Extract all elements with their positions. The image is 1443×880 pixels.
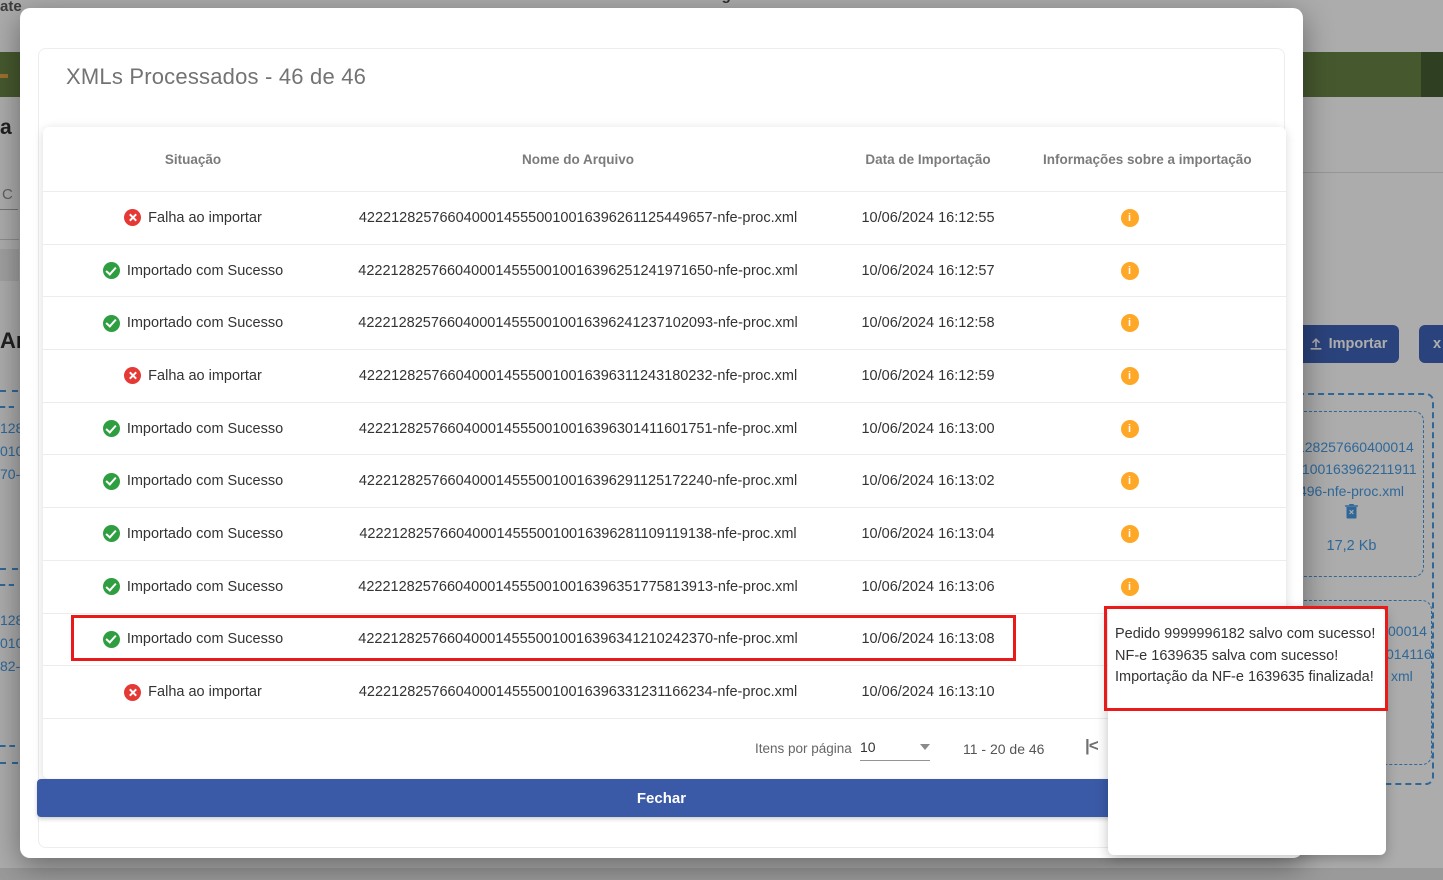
first-page-icon[interactable]: |< — [1085, 736, 1098, 756]
info-cell: i — [1043, 420, 1286, 438]
table-row: Importado com Sucesso 4222128257660400014… — [43, 244, 1286, 297]
status-cell: Importado com Sucesso — [43, 262, 343, 279]
page-size-select[interactable]: 10 — [860, 735, 930, 761]
table-row: Falha ao importar 42221282576604000145550… — [43, 665, 1286, 718]
import-date: 10/06/2024 16:12:55 — [813, 210, 1043, 226]
status-label: Importado com Sucesso — [127, 526, 283, 542]
file-name: 4222128257660400014555001001639625124197… — [343, 263, 813, 279]
highlight-box-tooltip — [1104, 606, 1388, 711]
import-date: 10/06/2024 16:13:02 — [813, 473, 1043, 489]
status-cell: Importado com Sucesso — [43, 578, 343, 595]
info-icon[interactable]: i — [1121, 314, 1139, 332]
table-header-row: Situação Nome do Arquivo Data de Importa… — [43, 127, 1286, 191]
info-icon[interactable]: i — [1121, 209, 1139, 227]
status-label: Falha ao importar — [148, 684, 262, 700]
table-row: Importado com Sucesso 4222128257660400014… — [43, 296, 1286, 349]
status-label: Importado com Sucesso — [127, 421, 283, 437]
status-cell: Importado com Sucesso — [43, 525, 343, 542]
status-cell: Falha ao importar — [43, 209, 343, 226]
info-cell: i — [1043, 314, 1286, 332]
table-row: Importado com Sucesso 4222128257660400014… — [43, 454, 1286, 507]
info-cell: i — [1043, 525, 1286, 543]
status-success-icon — [103, 525, 120, 542]
file-name: 4222128257660400014555001001639624123710… — [343, 315, 813, 331]
import-date: 10/06/2024 16:13:04 — [813, 526, 1043, 542]
file-name: 4222128257660400014555001001639631124318… — [343, 368, 813, 384]
chevron-down-icon — [920, 744, 930, 750]
status-label: Falha ao importar — [148, 368, 262, 384]
status-label: Importado com Sucesso — [127, 473, 283, 489]
page-size-value: 10 — [860, 739, 876, 755]
import-date: 10/06/2024 16:13:00 — [813, 421, 1043, 437]
file-name: 4222128257660400014555001001639628110911… — [343, 526, 813, 542]
import-date: 10/06/2024 16:13:10 — [813, 684, 1043, 700]
column-header-situacao: Situação — [43, 152, 343, 167]
status-success-icon — [103, 578, 120, 595]
status-cell: Importado com Sucesso — [43, 315, 343, 332]
info-icon[interactable]: i — [1121, 578, 1139, 596]
table-row: Importado com Sucesso 4222128257660400014… — [43, 560, 1286, 613]
status-label: Importado com Sucesso — [127, 579, 283, 595]
table-row: Falha ao importar 42221282576604000145550… — [43, 191, 1286, 244]
file-name: 4222128257660400014555001001639630141160… — [343, 421, 813, 437]
info-cell: i — [1043, 367, 1286, 385]
import-date: 10/06/2024 16:12:57 — [813, 263, 1043, 279]
info-icon[interactable]: i — [1121, 420, 1139, 438]
processed-xmls-table: Situação Nome do Arquivo Data de Importa… — [43, 127, 1286, 779]
table-row: Importado com Sucesso 4222128257660400014… — [43, 507, 1286, 560]
fechar-button[interactable]: Fechar — [37, 779, 1286, 817]
file-name: 4222128257660400014555001001639635177581… — [343, 579, 813, 595]
info-icon[interactable]: i — [1121, 262, 1139, 280]
status-error-icon — [124, 367, 141, 384]
import-date: 10/06/2024 16:12:59 — [813, 368, 1043, 384]
import-date: 10/06/2024 16:13:06 — [813, 579, 1043, 595]
info-icon[interactable]: i — [1121, 525, 1139, 543]
info-icon[interactable]: i — [1121, 367, 1139, 385]
status-success-icon — [103, 420, 120, 437]
file-name: 4222128257660400014555001001639633123116… — [343, 684, 813, 700]
table-row: Importado com Sucesso 4222128257660400014… — [43, 402, 1286, 455]
column-header-data-importacao: Data de Importação — [813, 152, 1043, 167]
status-success-icon — [103, 473, 120, 490]
file-name: 4222128257660400014555001001639626112544… — [343, 210, 813, 226]
status-label: Falha ao importar — [148, 210, 262, 226]
status-cell: Importado com Sucesso — [43, 473, 343, 490]
screen: Ambiente: Logística Teste ate a C Ar Imp… — [0, 0, 1443, 880]
status-label: Importado com Sucesso — [127, 263, 283, 279]
column-header-informacoes: Informações sobre a importação — [1043, 152, 1322, 167]
status-error-icon — [124, 684, 141, 701]
status-cell: Falha ao importar — [43, 367, 343, 384]
info-cell: i — [1043, 209, 1286, 227]
status-success-icon — [103, 315, 120, 332]
info-cell: i — [1043, 578, 1286, 596]
import-date: 10/06/2024 16:12:58 — [813, 315, 1043, 331]
dialog-title: XMLs Processados - 46 de 46 — [66, 64, 366, 90]
page-range-label: 11 - 20 de 46 — [963, 741, 1044, 757]
table-row: Falha ao importar 42221282576604000145550… — [43, 349, 1286, 402]
status-cell: Falha ao importar — [43, 684, 343, 701]
column-header-nome-arquivo: Nome do Arquivo — [343, 152, 813, 167]
status-error-icon — [124, 209, 141, 226]
items-per-page-label: Itens por página — [755, 741, 852, 756]
highlight-box-row — [71, 615, 1016, 661]
info-cell: i — [1043, 472, 1286, 490]
status-cell: Importado com Sucesso — [43, 420, 343, 437]
status-label: Importado com Sucesso — [127, 315, 283, 331]
info-icon[interactable]: i — [1121, 472, 1139, 490]
paginator: Itens por página 10 11 - 20 de 46 |< — [43, 718, 1286, 779]
status-success-icon — [103, 262, 120, 279]
info-cell: i — [1043, 262, 1286, 280]
file-name: 4222128257660400014555001001639629112517… — [343, 473, 813, 489]
